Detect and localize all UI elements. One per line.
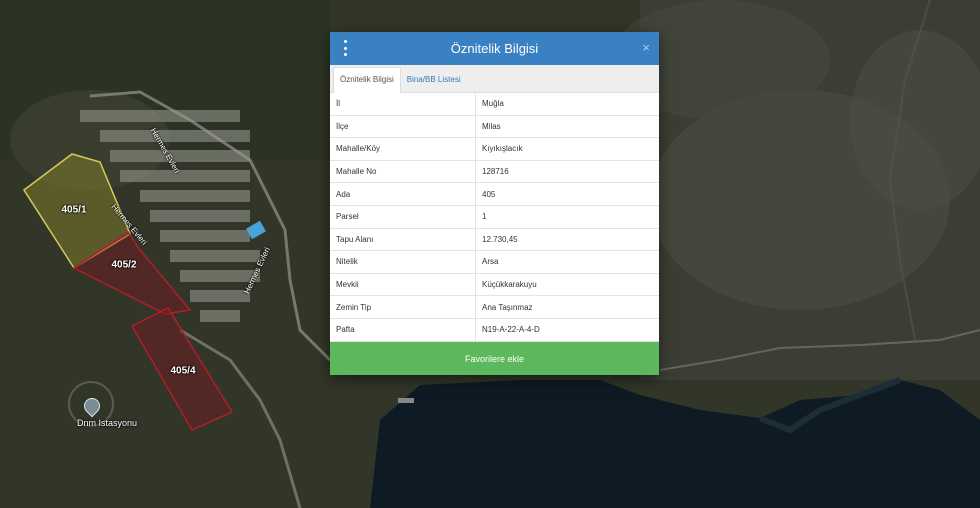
tab-attribute-info[interactable]: Öznitelik Bilgisi [333,67,401,93]
row-value: Kıyıkışlacık [475,137,659,161]
row-key: Zemin Tip [330,295,476,319]
add-to-favorites-button[interactable]: Favorilere ekle [330,342,659,375]
row-key: İl [330,93,476,116]
parcel-label-405-4: 405/4 [170,365,196,377]
table-row: Zemin Tip Ana Taşınmaz [330,295,659,319]
close-icon[interactable]: × [642,40,650,55]
modal-title: Öznitelik Bilgisi [450,41,539,56]
row-value: 128716 [475,160,659,184]
row-key: Mahalle No [330,160,476,184]
attribute-info-modal: Öznitelik Bilgisi × Öznitelik Bilgisi Bi… [330,32,659,375]
row-value: Milas [475,115,659,139]
attribute-table: İl Muğla İlçe Milas Mahalle/Köy Kıyıkışlacı… [330,93,659,342]
parcel-label-405-2: 405/2 [111,259,137,271]
row-value: 12.730,45 [475,228,659,252]
table-row: Nitelik Arsa [330,250,659,274]
row-value: 1 [475,205,659,229]
row-key: Nitelik [330,250,476,274]
row-key: Pafta [330,318,476,342]
tab-building-list[interactable]: Bina/BB Listesi [401,68,467,92]
table-row: Pafta N19-A-22-A-4-D [330,318,659,342]
row-value: N19-A-22-A-4-D [475,318,659,342]
table-row: Mevkii Küçükkarakuyu [330,273,659,297]
row-key: Mahalle/Köy [330,137,476,161]
parcel-label-405-1: 405/1 [61,204,87,216]
row-value: Ana Taşınmaz [475,295,659,319]
row-value: Arsa [475,250,659,274]
row-value: Küçükkarakuyu [475,273,659,297]
modal-tabs: Öznitelik Bilgisi Bina/BB Listesi [330,65,659,93]
row-value: 405 [475,182,659,206]
row-key: Tapu Alanı [330,228,476,252]
place-label: Dnm Istasyonu [77,418,138,428]
table-row: İl Muğla [330,93,659,116]
table-row: Parsel 1 [330,205,659,229]
row-key: Ada [330,182,476,206]
table-row: Mahalle/Köy Kıyıkışlacık [330,137,659,161]
row-value: Muğla [475,93,659,116]
modal-header: Öznitelik Bilgisi × [330,32,659,65]
row-key: Mevkii [330,273,476,297]
more-menu-icon[interactable] [340,40,350,56]
row-key: İlçe [330,115,476,139]
row-key: Parsel [330,205,476,229]
table-row: Mahalle No 128716 [330,160,659,184]
table-row: Ada 405 [330,182,659,206]
table-row: Tapu Alanı 12.730,45 [330,228,659,252]
table-row: İlçe Milas [330,115,659,139]
